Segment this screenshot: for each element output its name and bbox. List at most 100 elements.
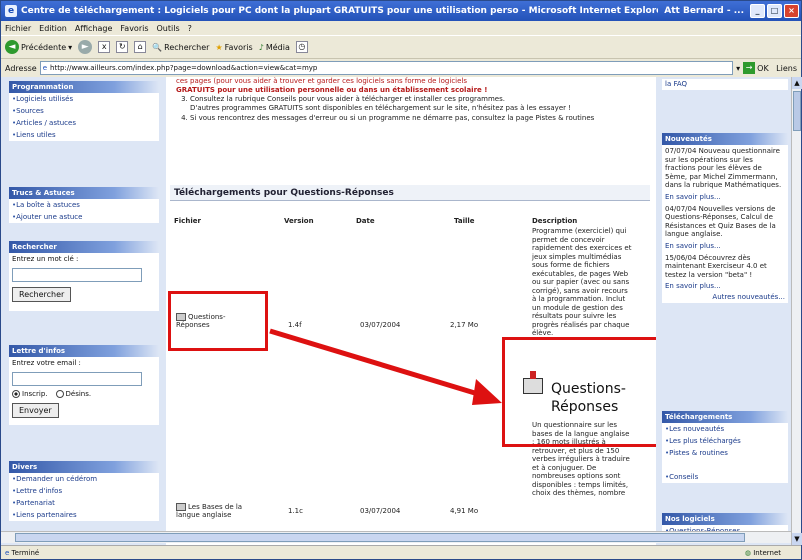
sidebar-item-cederom[interactable]: Demander un cédérom <box>9 473 159 485</box>
newsletter-header: Lettre d'infos <box>9 345 159 357</box>
forward-arrow-icon: ► <box>78 40 93 54</box>
news-header: Nouveautés <box>662 133 788 145</box>
menu-favoris[interactable]: Favoris <box>120 24 148 33</box>
vertical-scroll-thumb[interactable] <box>793 91 801 131</box>
search-icon: 🔍 <box>152 42 163 52</box>
col-description: Description <box>532 217 578 225</box>
col-fichier: Fichier <box>174 217 201 225</box>
address-bar: Adresse e http://www.ailleurs.com/index.p… <box>1 59 801 77</box>
sidebar-item-partenaires[interactable]: Liens partenaires <box>9 509 159 521</box>
news-more-3[interactable]: En savoir plus... <box>662 281 788 292</box>
sidebar-item-ajouter[interactable]: Ajouter une astuce <box>9 211 159 223</box>
title-bar: e Centre de téléchargement : Logiciels p… <box>1 1 801 21</box>
news-more-1[interactable]: En savoir plus... <box>662 192 788 203</box>
browser-window: e Centre de téléchargement : Logiciels p… <box>0 0 802 560</box>
sidebar-item-boite[interactable]: La boîte à astuces <box>9 199 159 211</box>
search-input[interactable] <box>12 268 142 282</box>
downloads-title: Téléchargements pour Questions-Réponses <box>170 185 650 201</box>
download-link-anglais[interactable]: Les Bases de la langue anglaise <box>176 503 266 519</box>
downloads-item-conseils[interactable]: Conseils <box>662 471 788 483</box>
back-button[interactable]: ◄ Précédente ▾ <box>5 40 72 54</box>
menu-outils[interactable]: Outils <box>157 24 180 33</box>
search-box: Rechercher Entrez un mot clé : Recherche… <box>9 241 159 311</box>
downloads-header: Téléchargements <box>662 411 788 423</box>
email-field[interactable] <box>12 372 142 386</box>
scroll-down-icon[interactable]: ▼ <box>792 533 802 545</box>
downloads-item-new[interactable]: Les nouveautés <box>662 423 788 435</box>
links-label[interactable]: Liens <box>776 64 797 73</box>
row1-description: Programme (exerciciel) qui permet de con… <box>532 227 632 337</box>
zone-text: ◍ Internet <box>744 548 781 557</box>
back-label: Précédente <box>21 42 67 52</box>
toolbar: ◄ Précédente ▾ ► x ↻ ⌂ 🔍 Rechercher ★ Favor… <box>1 35 801 59</box>
home-icon[interactable]: ⌂ <box>134 41 147 53</box>
globe-icon: ◍ <box>744 548 754 557</box>
horizontal-scrollbar[interactable] <box>1 531 791 543</box>
faq-link[interactable]: la FAQ <box>662 79 788 90</box>
media-label: Média <box>265 42 290 52</box>
address-label: Adresse <box>5 63 37 73</box>
sidebar-item-logiciels[interactable]: Logiciels utilisés <box>9 93 159 105</box>
newsletter-box: Lettre d'infos Entrez votre email : Insc… <box>9 345 159 425</box>
media-button[interactable]: ♪ Média <box>259 43 290 52</box>
vertical-scrollbar[interactable]: ▲ ▼ <box>791 77 802 545</box>
ie-logo-icon: e <box>5 5 17 17</box>
faq-box: la FAQ <box>662 79 788 90</box>
unsubscribe-radio[interactable]: Désins. <box>55 390 91 398</box>
minimize-button[interactable]: _ <box>750 4 765 18</box>
intro-item3: Consultez la rubrique Conseils pour vous… <box>190 95 646 113</box>
search-prompt: Entrez un mot clé : <box>12 255 79 263</box>
trucs-header: Trucs & Astuces <box>9 187 159 199</box>
menu-bar: Fichier Edition Affichage Favoris Outils… <box>1 21 801 35</box>
sidebar-item-lettre[interactable]: Lettre d'infos <box>9 485 159 497</box>
star-icon: ★ <box>215 42 223 52</box>
sidebar-item-articles[interactable]: Articles / astuces <box>9 117 159 129</box>
envoyer-button[interactable]: Envoyer <box>12 403 59 418</box>
window-title: Centre de téléchargement : Logiciels pou… <box>21 6 659 16</box>
history-icon[interactable]: ◷ <box>295 41 308 53</box>
row2-description: Un questionnaire sur les bases de la lan… <box>532 421 630 497</box>
close-button[interactable]: × <box>784 4 799 18</box>
stop-icon[interactable]: x <box>98 41 111 53</box>
menu-fichier[interactable]: Fichier <box>5 24 31 33</box>
refresh-icon[interactable]: ↻ <box>116 41 129 53</box>
menu-help[interactable]: ? <box>188 24 192 33</box>
window-user: Att Bernard - ... <box>664 6 744 16</box>
subscribe-radio[interactable]: Inscrip. <box>12 390 48 398</box>
rechercher-button[interactable]: Rechercher <box>12 287 72 302</box>
status-bar: e Terminé ◍ Internet <box>1 545 801 559</box>
download-link-questions[interactable]: Questions-Réponses <box>176 313 256 329</box>
col-version: Version <box>284 217 314 225</box>
downloads-item-popular[interactable]: Les plus téléchargés <box>662 435 788 447</box>
address-input[interactable]: e http://www.ailleurs.com/index.php?page=… <box>39 61 734 75</box>
menu-edition[interactable]: Edition <box>39 24 67 33</box>
go-arrow-icon: → <box>743 62 756 74</box>
download-icon <box>176 503 186 511</box>
row2-size: 4,91 Mo <box>450 507 479 515</box>
news-box: Nouveautés 07/07/04 Nouveau questionnair… <box>662 133 788 303</box>
search-button[interactable]: 🔍 Rechercher <box>152 43 209 52</box>
address-dropdown-icon[interactable]: ▾ <box>736 64 740 73</box>
news-all-link[interactable]: Autres nouveautés... <box>662 292 788 303</box>
main-column: ces pages (pour vous aider à trouver et … <box>166 77 688 545</box>
favorites-button[interactable]: ★ Favoris <box>215 43 252 52</box>
col-date: Date <box>356 217 375 225</box>
pointer-arrow-icon <box>269 328 502 405</box>
download-icon-large <box>523 371 543 394</box>
menu-affichage[interactable]: Affichage <box>75 24 113 33</box>
scroll-up-icon[interactable]: ▲ <box>792 77 802 89</box>
sidebar-item-liens[interactable]: Liens utiles <box>9 129 159 141</box>
maximize-button[interactable]: □ <box>767 4 782 18</box>
sidebar-item-sources[interactable]: Sources <box>9 105 159 117</box>
sidebar-item-partenariat[interactable]: Partenariat <box>9 497 159 509</box>
forward-button[interactable]: ► <box>78 40 93 54</box>
search-label: Rechercher <box>164 42 210 52</box>
downloads-box: Téléchargements Les nouveautés Les plus … <box>662 411 788 483</box>
horizontal-scroll-thumb[interactable] <box>15 533 745 542</box>
col-taille: Taille <box>454 217 475 225</box>
downloads-item-pistes[interactable]: Pistes & routines <box>662 447 788 459</box>
favorites-label: Favoris <box>224 42 253 52</box>
news-more-2[interactable]: En savoir plus... <box>662 241 788 252</box>
page-icon: e <box>42 64 48 72</box>
go-button[interactable]: → OK <box>743 61 773 75</box>
